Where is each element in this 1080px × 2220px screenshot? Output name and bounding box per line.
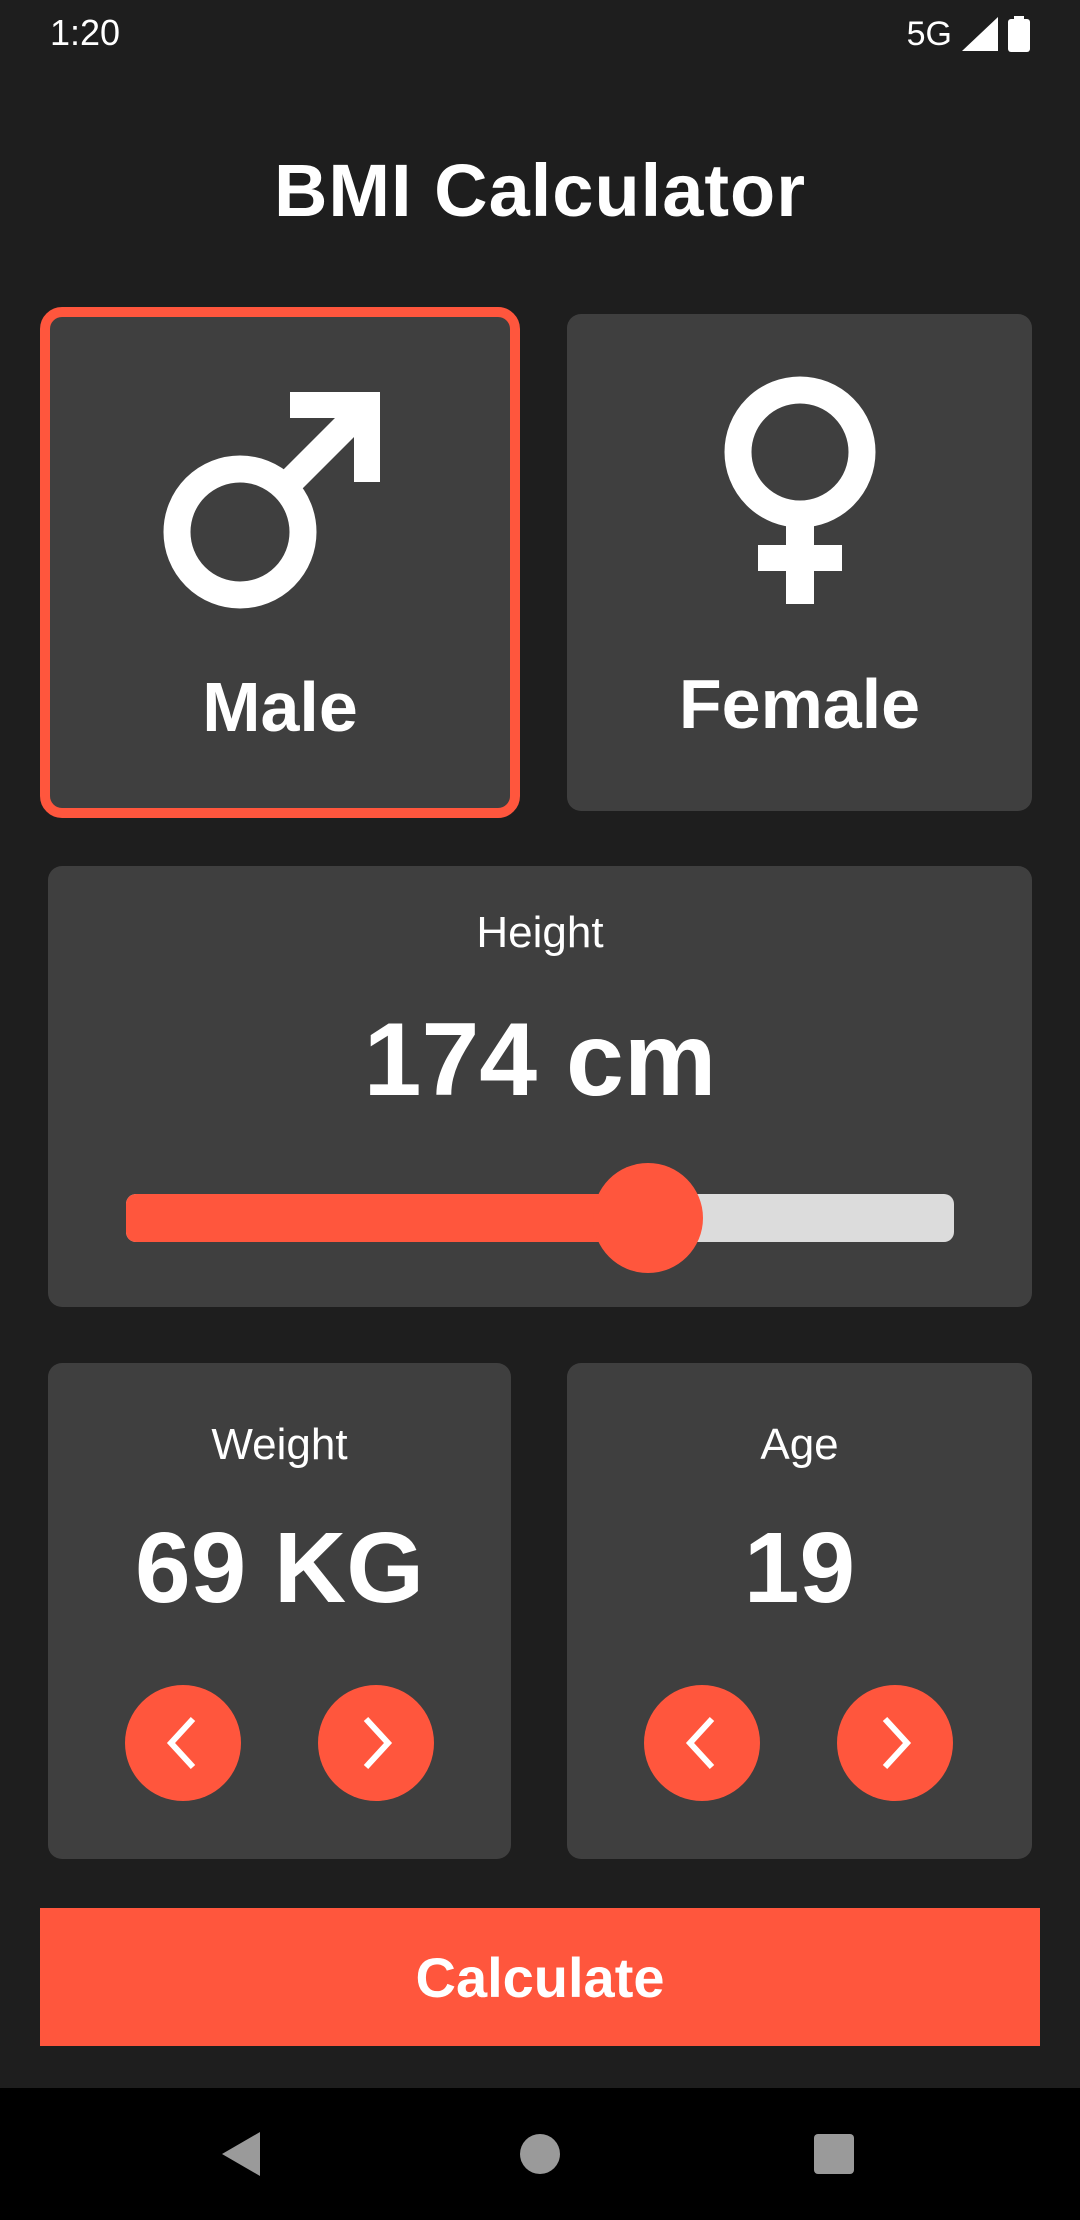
height-value: 174 cm bbox=[363, 1002, 717, 1118]
gender-card-male[interactable]: Male bbox=[40, 307, 520, 818]
home-icon[interactable] bbox=[516, 2130, 564, 2178]
height-label: Height bbox=[476, 908, 604, 957]
network-type: 5G bbox=[906, 14, 952, 53]
recents-icon[interactable] bbox=[810, 2130, 858, 2178]
age-label: Age bbox=[760, 1420, 839, 1469]
chevron-right-icon bbox=[363, 1716, 393, 1770]
weight-value: 69 KG bbox=[134, 1512, 424, 1624]
chevron-right-icon bbox=[882, 1716, 912, 1770]
calculate-button[interactable]: Calculate bbox=[40, 1908, 1040, 2046]
height-slider-fill bbox=[126, 1194, 648, 1242]
male-label: Male bbox=[202, 668, 358, 746]
age-card: Age 19 bbox=[567, 1363, 1032, 1859]
app-title: BMI Calculator bbox=[273, 149, 807, 232]
gender-card-female[interactable]: Female bbox=[567, 314, 1032, 811]
battery-icon bbox=[1008, 16, 1030, 52]
age-value: 19 bbox=[743, 1512, 856, 1624]
height-card: Height 174 cm bbox=[48, 866, 1032, 1307]
age-increase-button[interactable] bbox=[837, 1685, 953, 1801]
weight-increase-button[interactable] bbox=[318, 1685, 434, 1801]
status-icons: 5G bbox=[907, 12, 1030, 56]
back-icon[interactable] bbox=[218, 2130, 266, 2178]
age-decrease-button[interactable] bbox=[644, 1685, 760, 1801]
weight-decrease-button[interactable] bbox=[125, 1685, 241, 1801]
system-nav-bar bbox=[0, 2088, 1080, 2220]
signal-icon bbox=[962, 17, 998, 51]
weight-card: Weight 69 KG bbox=[48, 1363, 511, 1859]
chevron-left-icon bbox=[166, 1716, 196, 1770]
height-slider-thumb[interactable] bbox=[592, 1163, 703, 1273]
male-symbol-icon bbox=[163, 392, 380, 609]
female-symbol-icon bbox=[724, 376, 875, 604]
chevron-left-icon bbox=[685, 1716, 715, 1770]
height-slider-track[interactable] bbox=[126, 1194, 954, 1242]
female-label: Female bbox=[678, 665, 921, 743]
weight-label: Weight bbox=[211, 1420, 348, 1469]
status-bar: 1:20 5G bbox=[0, 0, 1080, 66]
status-time: 1:20 bbox=[50, 12, 121, 53]
